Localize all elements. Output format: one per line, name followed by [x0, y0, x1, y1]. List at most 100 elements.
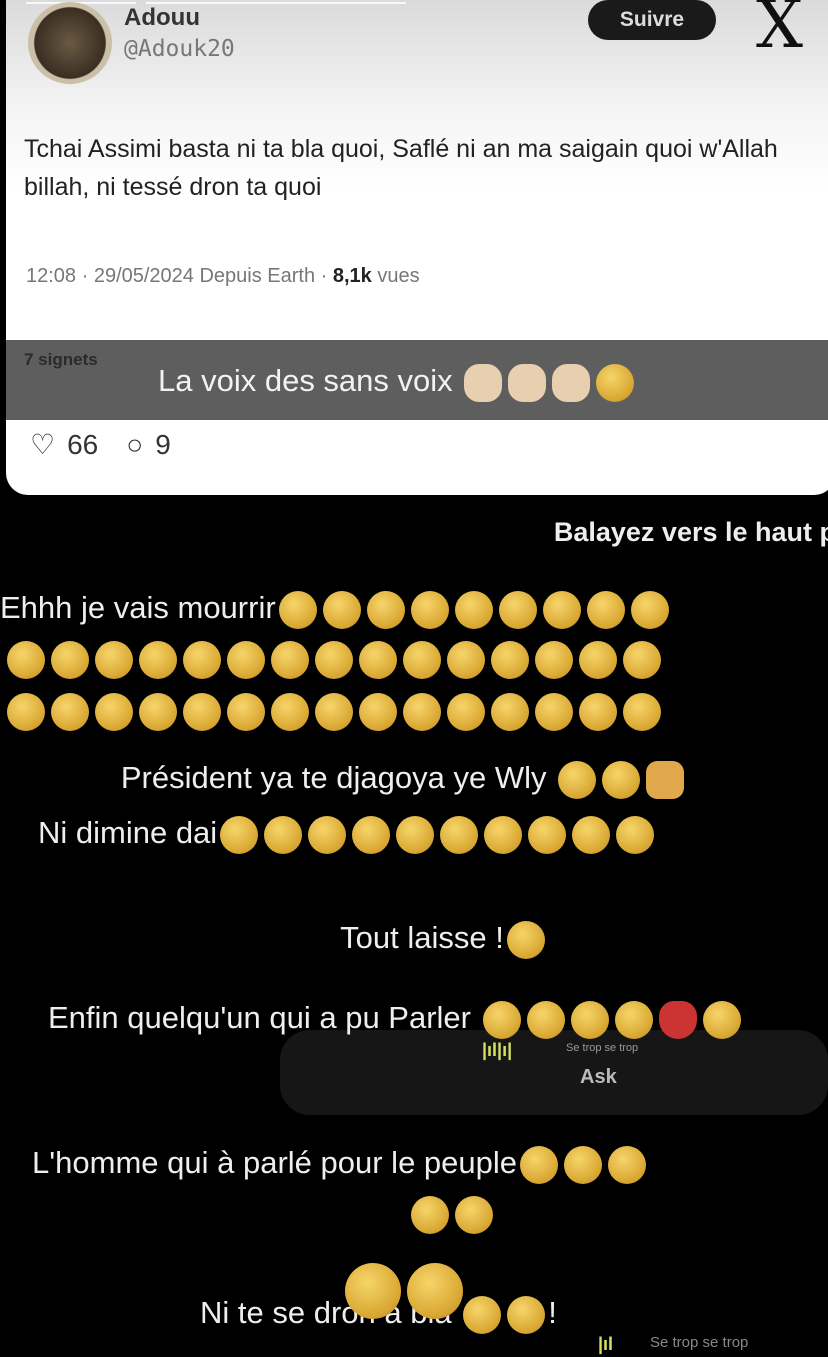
emoji-icon: 🤣	[322, 590, 361, 629]
emoji-icon: 🤣	[95, 640, 133, 679]
emoji-icon: 😭	[579, 692, 617, 731]
comment-emojis: 🤣🤣🤣	[517, 1145, 649, 1184]
emoji-icon: 🤣	[579, 640, 617, 679]
emoji-icon: 😭	[558, 760, 597, 799]
music-overlay[interactable]	[280, 1030, 828, 1115]
comment-line: 😭😭🤣😭😭😭😭😭🤣🤣🤣🤣🤣🤣🤣	[4, 640, 828, 679]
comment-line: Ni dimine dai😂😂😂😂😂😂😂😂😂😂	[38, 815, 828, 854]
emoji-icon: 🤣	[506, 920, 545, 959]
emoji-icon: 😂	[572, 815, 611, 854]
emoji-icon: 😂	[440, 815, 479, 854]
comment-emojis: 😭😭🙏	[555, 760, 687, 799]
emoji-icon: 🤣	[139, 692, 177, 731]
emoji-icon: 😂	[528, 815, 567, 854]
story-caption: La voix des sans voix 👏👏👏🤣	[158, 363, 637, 402]
emoji-icon: 😭	[542, 590, 581, 629]
follow-button[interactable]: Suivre	[588, 0, 716, 40]
emoji-icon: 🤣	[535, 692, 573, 731]
comment-line: Ehhh je vais mourrir🤣🤣🤣🤣🤣🤣😭😭😭	[0, 590, 828, 629]
comment-line: 🤣🤣	[38, 1195, 828, 1234]
emoji-icon: 🤣	[7, 692, 45, 731]
emoji-icon: 🤣	[614, 1000, 653, 1039]
comment-text: Enfin quelqu'un qui a pu Parler	[48, 1000, 471, 1035]
comment-line: 🤣🤣🤣🤣🤣🤣🤣🤣🤣🤣🤣🤣🤣😭😭	[4, 692, 828, 731]
likes-count: 66	[67, 428, 99, 460]
emoji-icon: 🙏	[646, 760, 685, 799]
emoji-icon: 🤣	[227, 692, 265, 731]
avatar[interactable]	[28, 2, 112, 84]
views-label: vues	[371, 265, 420, 287]
comment-text: Président ya te djagoya ye Wly	[120, 760, 547, 795]
emoji-icon: 🤣	[570, 1000, 609, 1039]
emoji-icon: 🤣	[345, 1263, 401, 1319]
story-sticker-emojis[interactable]: 🤣😭	[0, 1263, 818, 1319]
comment-line: Président ya te djagoya ye Wly 😭😭🙏	[0, 760, 818, 799]
emoji-icon: 🤣	[271, 692, 309, 731]
author-name[interactable]: Adouu	[124, 4, 200, 32]
emoji-icon: 🤣	[315, 692, 353, 731]
emoji-icon: 😂	[308, 815, 347, 854]
replies-count: 9	[155, 428, 171, 460]
emoji-icon: 🤣	[526, 1000, 565, 1039]
comment-emojis: 🤣	[504, 920, 548, 959]
emoji-icon: 🤣	[410, 590, 449, 629]
tweet-card: Adouu @Adouk20 Suivre X Tchai Assimi bas…	[6, 0, 828, 495]
emoji-icon: 😂	[264, 815, 303, 854]
emoji-icon: 🤣	[455, 1195, 493, 1234]
emoji-icon: 😭	[183, 640, 221, 679]
emoji-icon: 😭	[51, 640, 89, 679]
bookmarks-count: 7 signets	[24, 350, 98, 369]
caption-emojis: 👏👏👏🤣	[461, 363, 637, 402]
emoji-icon: 😂	[616, 815, 655, 854]
emoji-icon: 😭	[7, 640, 45, 679]
comment-text: Ni dimine dai	[38, 815, 218, 850]
comment-text: L'homme qui à parlé pour le peuple	[32, 1145, 518, 1180]
caption-text: La voix des sans voix	[158, 363, 453, 398]
comment-emojis: 🤣🤣🤣🤣🤣🤣😭😭😭	[276, 590, 672, 629]
overlay-artist: Ask	[580, 1066, 617, 1088]
emoji-icon: 😭	[602, 760, 641, 799]
emoji-icon: 🤣	[183, 692, 221, 731]
emoji-icon: 🤣	[491, 640, 529, 679]
audio-bars-icon: |ıl|ı|	[482, 1040, 513, 1060]
emoji-icon: 👏	[464, 363, 503, 402]
tweet-actions: ♡ 66 ○ 9	[30, 428, 171, 461]
emoji-icon: 🤣	[564, 1145, 603, 1184]
emoji-icon: 💔	[658, 1000, 697, 1039]
emoji-icon: 😭	[623, 692, 661, 731]
emoji-icon: 👏	[508, 363, 547, 402]
comment-emojis: 😭😭🤣😭😭😭😭😭🤣🤣🤣🤣🤣🤣🤣	[4, 640, 664, 679]
comment-text: Ehhh je vais mourrir	[0, 590, 276, 625]
emoji-icon: 🤣	[454, 590, 493, 629]
audio-bars-icon: |ıl	[598, 1334, 614, 1354]
tweet-timestamp: 12:08 · 29/05/2024 Depuis Earth ·	[26, 265, 333, 287]
emoji-icon: 😭	[315, 640, 353, 679]
emoji-icon: 🤣	[520, 1145, 559, 1184]
heart-icon[interactable]: ♡	[30, 428, 55, 461]
views-count: 8,1k	[332, 265, 372, 287]
emoji-icon: 😭	[407, 1263, 463, 1319]
emoji-icon: 🤣	[278, 590, 317, 629]
emoji-icon: 😭	[227, 640, 265, 679]
emoji-icon: 😭	[586, 590, 625, 629]
emoji-icon: 🤣	[403, 640, 441, 679]
emoji-icon: 🤣	[366, 590, 405, 629]
tweet-meta: 12:08 · 29/05/2024 Depuis Earth · 8,1k v…	[26, 265, 420, 288]
emoji-icon: 👏	[552, 363, 591, 402]
reply-icon[interactable]: ○	[126, 429, 143, 461]
comment-line: Tout laisse !🤣	[30, 920, 828, 959]
emoji-icon: 🤣	[447, 692, 485, 731]
emoji-icon: 🤣	[482, 1000, 521, 1039]
emoji-icon: 🤣	[359, 692, 397, 731]
comment-line: L'homme qui à parlé pour le peuple🤣🤣🤣	[32, 1145, 828, 1184]
emoji-icon: 😭	[630, 590, 669, 629]
comment-text: Tout laisse !	[340, 920, 504, 955]
emoji-icon: 🤣	[498, 590, 537, 629]
comment-emojis: 🤣🤣	[408, 1195, 496, 1234]
author-handle[interactable]: @Adouk20	[124, 36, 235, 62]
x-logo-icon: X	[756, 0, 803, 63]
comment-line: Enfin quelqu'un qui a pu Parler 🤣🤣🤣🤣💔🤣	[48, 1000, 828, 1039]
sticker-emojis[interactable]: 🤣😭	[342, 1263, 466, 1319]
swipe-up-hint[interactable]: Balayez vers le haut p	[554, 517, 828, 548]
overlay-song: Se trop se trop	[566, 1042, 639, 1054]
